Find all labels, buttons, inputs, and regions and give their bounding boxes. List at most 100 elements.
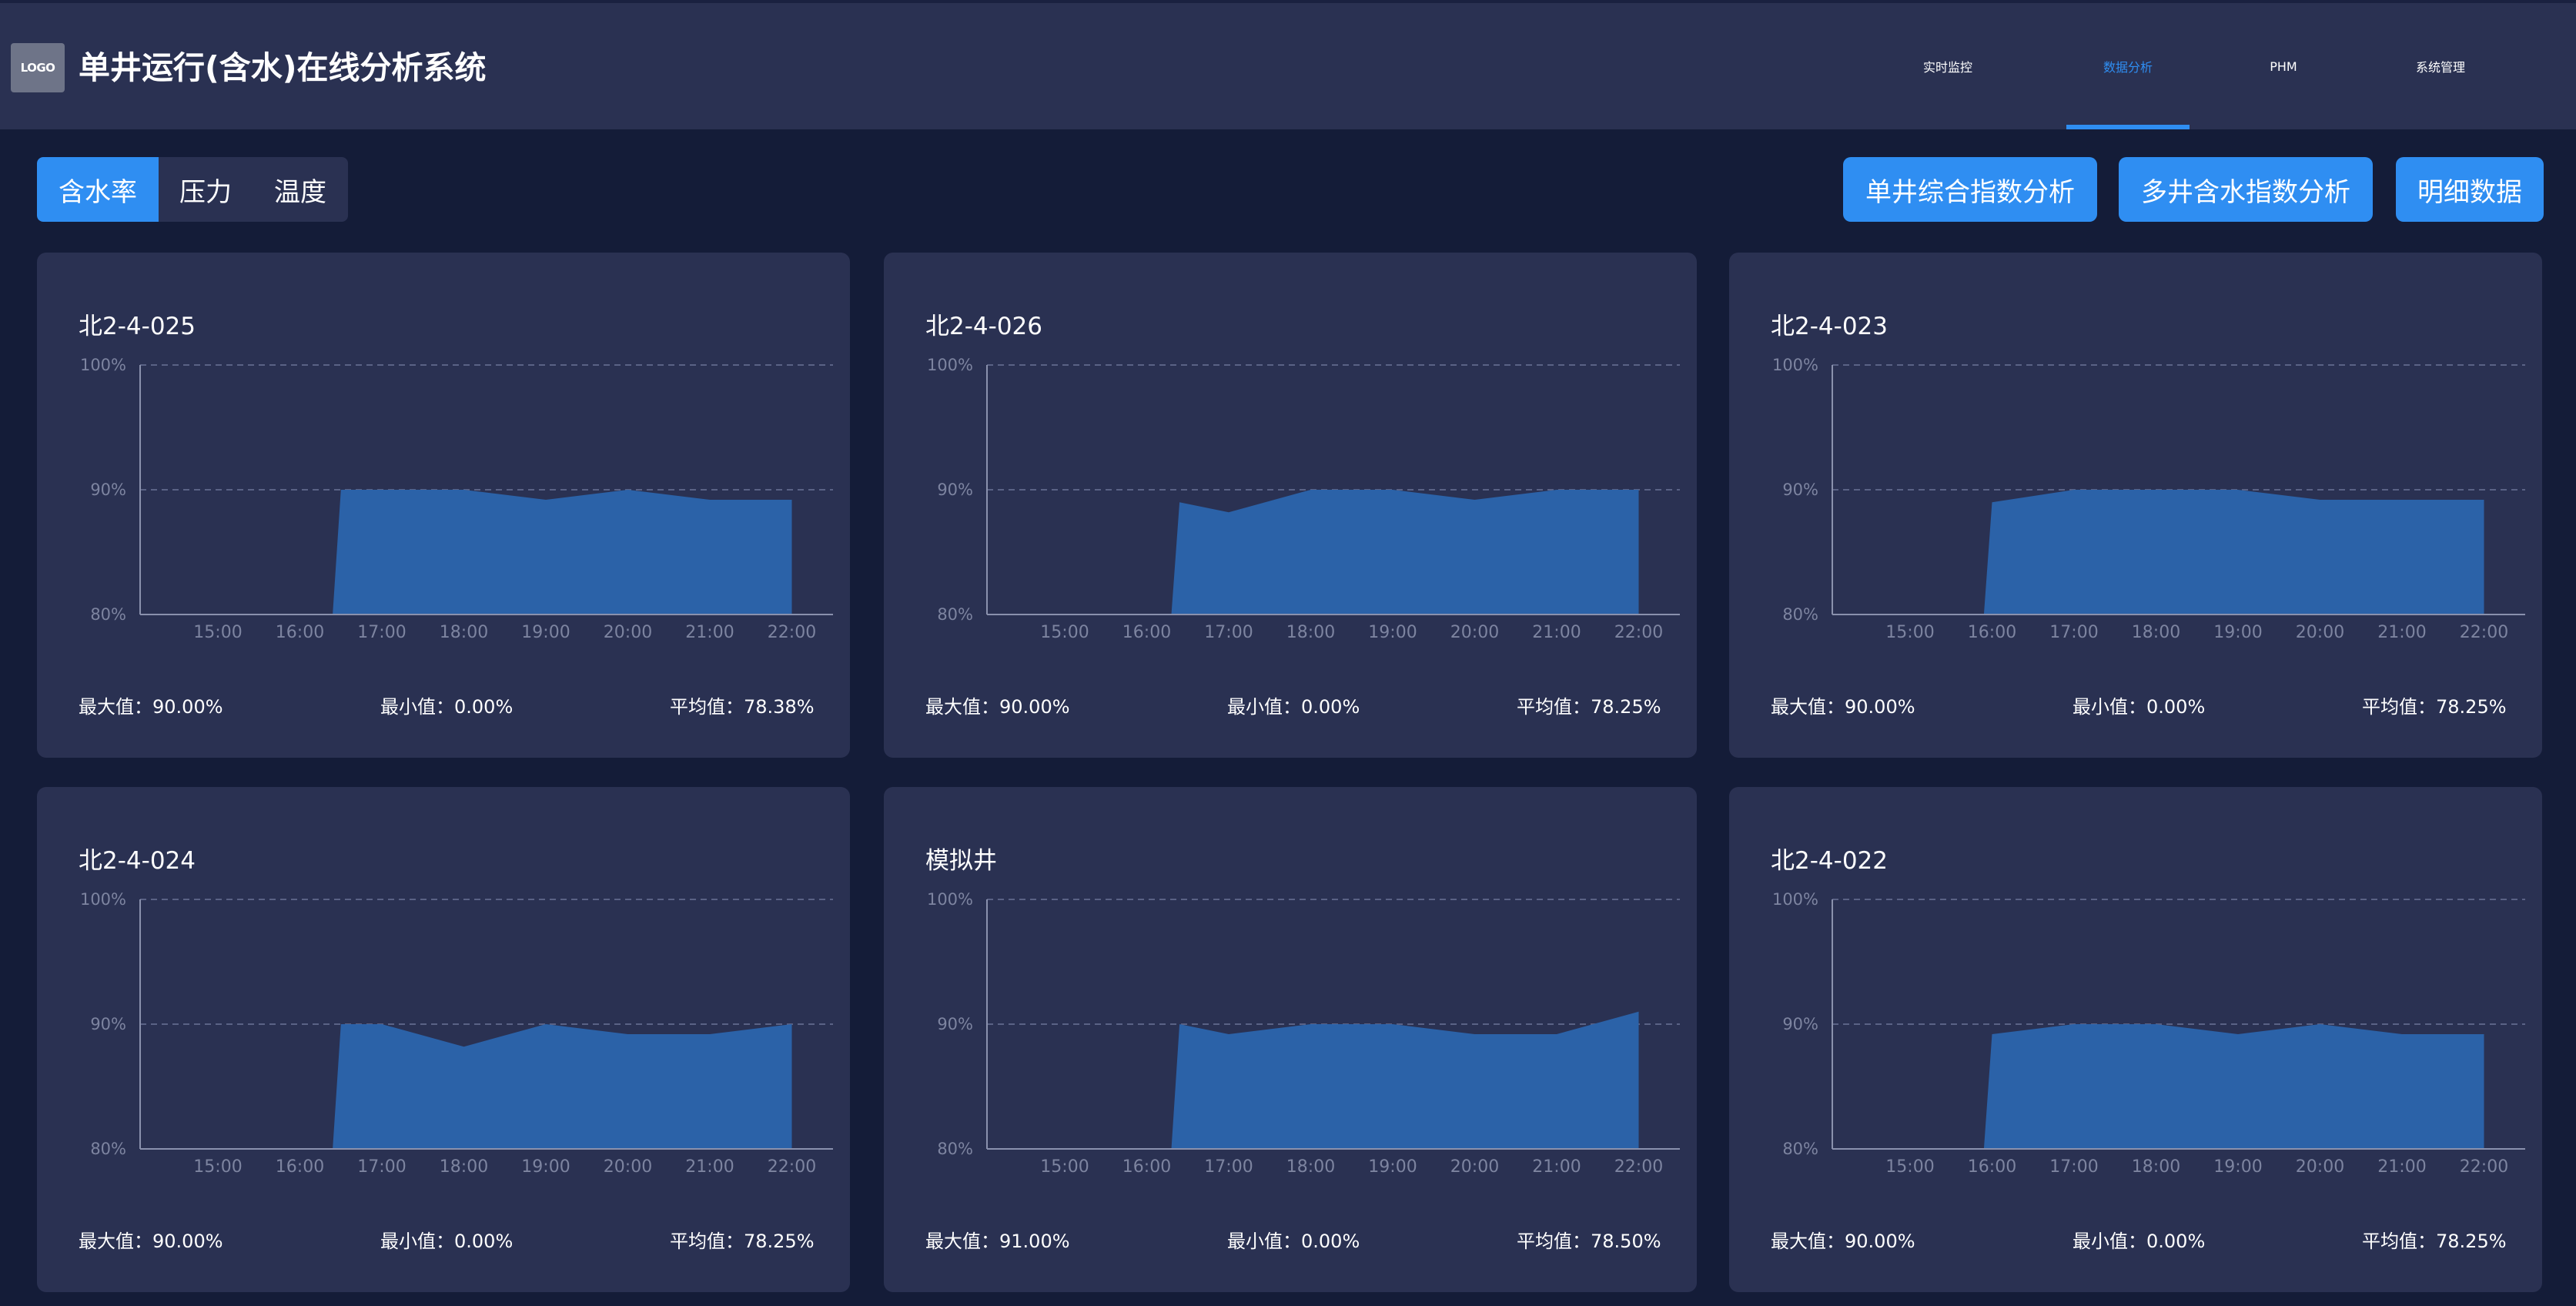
series-area	[1065, 1011, 1639, 1149]
stat-min-value: 0.00%	[2146, 1231, 2206, 1252]
stat-min: 最小值：0.00%	[1227, 692, 1360, 718]
stat-min-value: 0.00%	[1301, 696, 1360, 718]
water-cut-area-chart: 80% 90% 100% 15:00 16:00 17:00 18:00 19:00 20:00…	[1772, 356, 2525, 642]
stat-max: 最大值：90.00%	[79, 1226, 223, 1253]
logo: LOGO	[11, 43, 65, 92]
stat-avg: 平均值：78.25%	[2362, 692, 2507, 718]
series-area	[1910, 490, 2484, 614]
stat-min: 最小值：0.00%	[2073, 1226, 2205, 1253]
y-tick-label: 100%	[80, 356, 126, 374]
x-tick-label: 15:00	[193, 623, 242, 642]
x-tick-label: 19:00	[2213, 623, 2262, 642]
x-tick-label: 15:00	[1885, 623, 1934, 642]
stat-max-value: 90.00%	[999, 696, 1070, 718]
nav-system-management[interactable]: 系统管理	[2371, 3, 2510, 129]
x-tick-label: 22:00	[768, 623, 816, 642]
single-well-index-analysis-button[interactable]: 单井综合指数分析	[1843, 157, 2097, 222]
x-tick-label: 21:00	[1532, 623, 1581, 642]
y-tick-label: 90%	[1782, 1015, 1818, 1033]
stat-avg-value: 78.25%	[1591, 696, 1661, 718]
well-chart-card: 北2-4-025 80% 90% 100% 15:00 16:00 17:00 18:00 19…	[37, 253, 850, 758]
x-tick-label: 17:00	[2049, 1157, 2098, 1177]
x-tick-label: 20:00	[2296, 1157, 2344, 1177]
nav-data-analysis[interactable]: 数据分析	[2059, 3, 2197, 129]
stat-max-value: 90.00%	[152, 696, 223, 718]
app-title: 单井运行(含水)在线分析系统	[79, 49, 487, 86]
stat-max: 最大值：90.00%	[79, 692, 223, 718]
y-tick-label: 100%	[927, 890, 973, 909]
x-tick-label: 19:00	[1368, 1157, 1417, 1177]
x-tick-label: 21:00	[685, 1157, 734, 1177]
x-tick-label: 15:00	[1040, 1157, 1089, 1177]
tab-pressure[interactable]: 压力	[159, 157, 253, 222]
stat-min-value: 0.00%	[454, 696, 514, 718]
stat-min-value: 0.00%	[2146, 696, 2206, 718]
nav-active-indicator	[2066, 125, 2190, 129]
x-tick-label: 18:00	[1286, 623, 1335, 642]
x-tick-label: 20:00	[2296, 623, 2344, 642]
x-tick-label: 16:00	[1968, 623, 2016, 642]
stat-max-value: 91.00%	[999, 1231, 1070, 1252]
x-tick-label: 19:00	[521, 1157, 570, 1177]
water-cut-area-chart: 80% 90% 100% 15:00 16:00 17:00 18:00 19:00 20:00…	[80, 356, 833, 642]
nav-realtime-monitoring[interactable]: 实时监控	[1878, 3, 2017, 129]
y-tick-label: 90%	[90, 1015, 126, 1033]
stat-avg-label: 平均值：	[670, 1231, 744, 1252]
stat-avg: 平均值：78.38%	[670, 692, 815, 718]
well-chart-card: 北2-4-023 80% 90% 100% 15:00 16:00 17:00 18:00 19…	[1729, 253, 2542, 758]
well-chart-card: 北2-4-026 80% 90% 100% 15:00 16:00 17:00 18:00 19…	[884, 253, 1697, 758]
tab-temperature[interactable]: 温度	[253, 157, 348, 222]
x-tick-label: 22:00	[1614, 1157, 1663, 1177]
well-chart-card: 北2-4-022 80% 90% 100% 15:00 16:00 17:00 18:00 19…	[1729, 787, 2542, 1292]
x-tick-label: 16:00	[1122, 623, 1171, 642]
y-tick-label: 90%	[90, 481, 126, 499]
x-tick-label: 22:00	[768, 1157, 816, 1177]
x-tick-label: 20:00	[604, 623, 652, 642]
stat-avg: 平均值：78.25%	[670, 1226, 815, 1253]
stat-avg: 平均值：78.50%	[1517, 1226, 1661, 1253]
x-tick-label: 21:00	[685, 623, 734, 642]
stat-max-label: 最大值：	[79, 696, 152, 718]
x-tick-label: 15:00	[1885, 1157, 1934, 1177]
y-tick-label: 80%	[937, 1140, 973, 1158]
multi-well-water-index-analysis-button[interactable]: 多井含水指数分析	[2119, 157, 2373, 222]
x-tick-label: 22:00	[2460, 623, 2508, 642]
detail-data-button[interactable]: 明细数据	[2396, 157, 2544, 222]
series-area	[1065, 490, 1639, 614]
x-tick-label: 17:00	[357, 623, 406, 642]
y-tick-label: 100%	[1772, 890, 1818, 909]
water-cut-area-chart: 80% 90% 100% 15:00 16:00 17:00 18:00 19:00 20:00…	[927, 890, 1680, 1177]
y-tick-label: 80%	[937, 605, 973, 624]
nav-phm[interactable]: PHM	[2237, 3, 2330, 129]
stat-min: 最小值：0.00%	[1227, 1226, 1360, 1253]
x-tick-label: 16:00	[276, 1157, 324, 1177]
y-tick-label: 90%	[937, 481, 973, 499]
stat-avg-label: 平均值：	[670, 696, 744, 718]
x-tick-label: 17:00	[1204, 623, 1253, 642]
stat-max-label: 最大值：	[925, 696, 999, 718]
water-cut-area-chart: 80% 90% 100% 15:00 16:00 17:00 18:00 19:00 20:00…	[1772, 890, 2525, 1177]
stat-max-label: 最大值：	[79, 1231, 152, 1252]
x-tick-label: 21:00	[1532, 1157, 1581, 1177]
x-tick-label: 19:00	[521, 623, 570, 642]
x-tick-label: 18:00	[1286, 1157, 1335, 1177]
stat-avg: 平均值：78.25%	[1517, 692, 1661, 718]
y-tick-label: 90%	[1782, 481, 1818, 499]
y-tick-label: 80%	[1782, 1140, 1818, 1158]
stat-max-value: 90.00%	[152, 1231, 223, 1252]
y-tick-label: 80%	[90, 605, 126, 624]
x-tick-label: 18:00	[2132, 623, 2180, 642]
tab-water-cut[interactable]: 含水率	[37, 157, 159, 222]
x-tick-label: 19:00	[2213, 1157, 2262, 1177]
stat-max-value: 90.00%	[1845, 1231, 1915, 1252]
x-tick-label: 18:00	[440, 623, 488, 642]
stat-max: 最大值：90.00%	[1771, 692, 1915, 718]
x-tick-label: 22:00	[1614, 623, 1663, 642]
stat-avg-value: 78.38%	[744, 696, 815, 718]
stat-max-value: 90.00%	[1845, 696, 1915, 718]
well-chart-card: 北2-4-024 80% 90% 100% 15:00 16:00 17:00 18:00 19…	[37, 787, 850, 1292]
stat-min-label: 最小值：	[380, 696, 454, 718]
stat-avg-label: 平均值：	[2362, 696, 2436, 718]
stat-min-value: 0.00%	[454, 1231, 514, 1252]
stat-max-label: 最大值：	[1771, 1231, 1845, 1252]
